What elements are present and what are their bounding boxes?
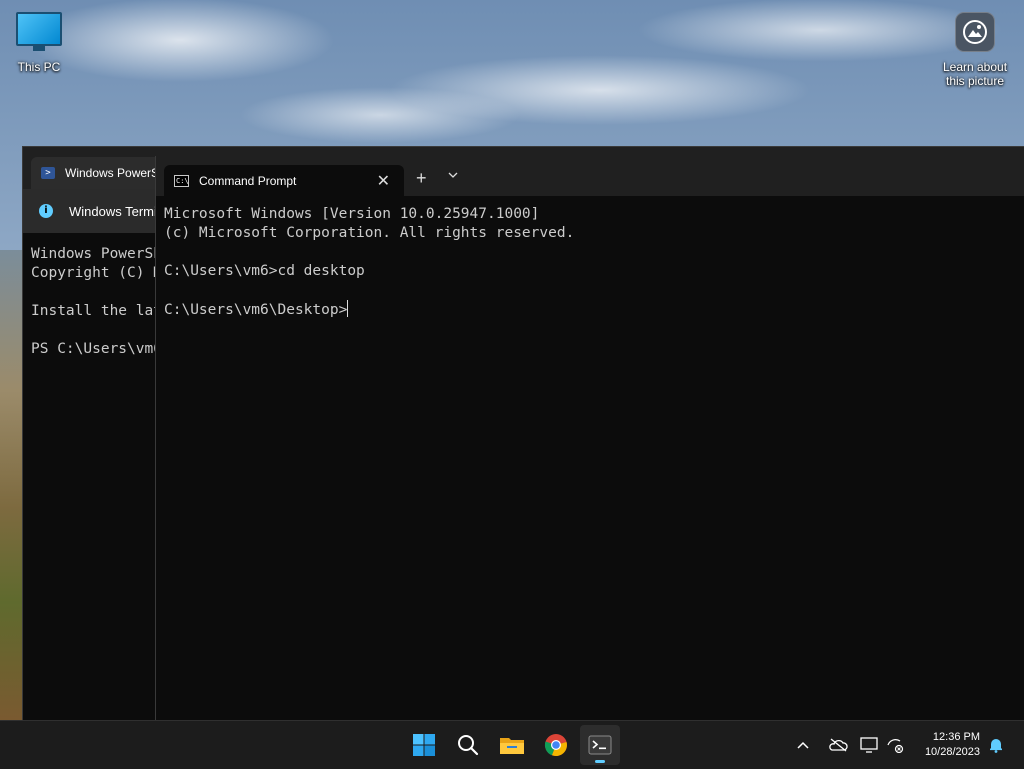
cmd-icon: C:\_	[174, 174, 189, 187]
close-tab-icon[interactable]: ✕	[377, 171, 390, 191]
taskbar: 12:36 PM 10/28/2023	[0, 720, 1024, 769]
clock-date: 10/28/2023	[924, 746, 980, 758]
show-hidden-icons-button[interactable]	[796, 721, 810, 769]
learn-about-picture-shortcut[interactable]: Learn about this picture	[938, 12, 1012, 88]
command-prompt-output[interactable]: Microsoft Windows [Version 10.0.25947.10…	[164, 205, 574, 320]
tab-label: Command Prompt	[199, 173, 297, 188]
info-icon: i	[39, 204, 53, 218]
terminal-line: C:\Users\vm6>cd desktop	[164, 263, 365, 279]
active-app-indicator	[595, 760, 605, 763]
bell-icon	[990, 739, 1002, 753]
onedrive-icon	[829, 738, 848, 752]
terminal-line	[164, 281, 574, 300]
chevron-down-icon[interactable]	[448, 170, 458, 182]
terminal-line	[164, 243, 574, 262]
file-explorer-icon	[500, 738, 524, 754]
command-prompt-window[interactable]: C:\_ Command Prompt ✕ + Microsoft Window…	[155, 156, 1024, 720]
clock-button[interactable]: 12:36 PM 10/28/2023	[900, 730, 980, 760]
this-pc-label: This PC	[17, 60, 61, 74]
clock-time: 12:36 PM	[932, 731, 980, 743]
this-pc-shortcut[interactable]: This PC	[2, 12, 76, 74]
learn-about-picture-label: Learn about this picture	[942, 60, 1008, 88]
start-icon	[413, 734, 435, 756]
onedrive-button[interactable]	[828, 721, 848, 769]
notifications-button[interactable]	[988, 721, 1004, 769]
prompt-text: C:\Users\vm6\Desktop>	[164, 302, 348, 318]
start-button[interactable]	[404, 725, 444, 765]
terminal-icon	[588, 735, 612, 755]
display-button[interactable]	[860, 721, 878, 769]
chevron-up-icon	[797, 741, 809, 749]
powershell-icon: >	[41, 167, 55, 179]
search-button[interactable]	[448, 725, 488, 765]
terminal-line: Microsoft Windows [Version 10.0.25947.10…	[164, 206, 540, 222]
command-prompt-titlebar[interactable]: C:\_ Command Prompt ✕ +	[156, 156, 1024, 196]
new-tab-button[interactable]: +	[416, 168, 427, 189]
prompt-line[interactable]: C:\Users\vm6\Desktop>	[164, 300, 574, 320]
chrome-button[interactable]	[536, 725, 576, 765]
text-cursor	[347, 300, 349, 317]
terminal-line: (c) Microsoft Corporation. All rights re…	[164, 225, 575, 241]
camera-icon	[955, 12, 995, 52]
search-icon	[458, 735, 479, 756]
chrome-icon	[544, 734, 567, 757]
terminal-button[interactable]	[580, 725, 620, 765]
monitor-icon	[16, 12, 62, 51]
display-icon	[860, 737, 878, 753]
file-explorer-button[interactable]	[492, 725, 532, 765]
tab-command-prompt[interactable]: C:\_ Command Prompt ✕	[164, 165, 404, 196]
